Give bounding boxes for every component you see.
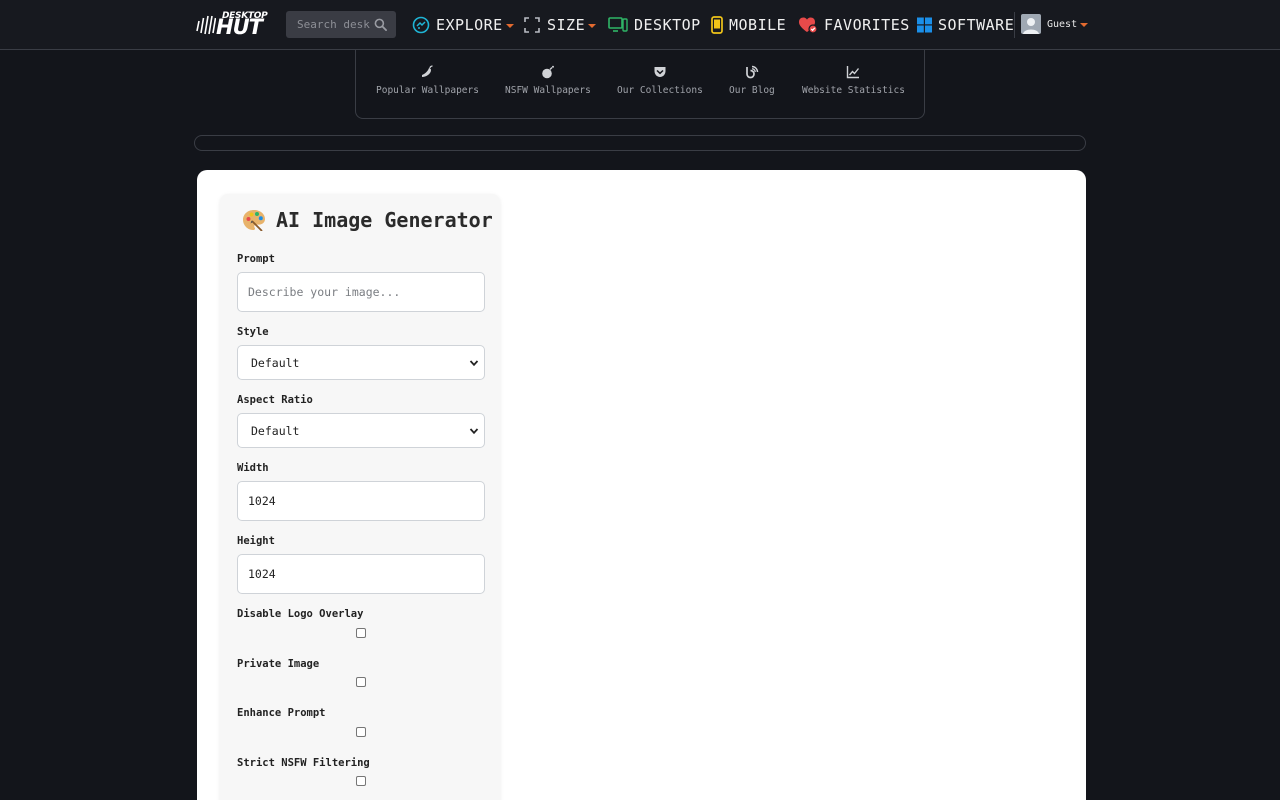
subnav-stats-label: Website Statistics: [802, 85, 905, 96]
breadcrumb: [194, 135, 1086, 151]
ai-generator-card: AI Image Generator Prompt Style Default …: [220, 194, 500, 800]
height-label: Height: [237, 535, 275, 547]
desktop-icon: [608, 17, 628, 32]
strict-nsfw-label: Strict NSFW Filtering: [237, 757, 370, 769]
mobile-icon: [711, 16, 723, 34]
aspect-ratio-select[interactable]: Default: [237, 413, 485, 448]
user-name: Guest: [1047, 18, 1078, 30]
subnav-stats[interactable]: Website Statistics: [802, 65, 905, 96]
logo-stripes-icon: [196, 15, 216, 35]
nav-explore-label: EXPLORE: [436, 16, 503, 34]
strict-nsfw-checkbox[interactable]: [356, 776, 366, 786]
nav-explore[interactable]: EXPLORE: [412, 15, 514, 35]
subnav-collections[interactable]: Our Collections: [617, 65, 703, 96]
search-icon[interactable]: [374, 18, 387, 31]
subnav-nsfw[interactable]: NSFW Wallpapers: [505, 65, 591, 96]
nav-favorites[interactable]: FAVORITES: [798, 15, 910, 35]
nav-size-label: SIZE: [547, 16, 586, 34]
aspect-ratio-label: Aspect Ratio: [237, 394, 313, 406]
nav-favorites-label: FAVORITES: [824, 16, 910, 34]
bomb-icon: [542, 65, 554, 79]
private-image-label: Private Image: [237, 658, 320, 670]
generator-title-text: AI Image Generator: [276, 208, 493, 232]
style-select[interactable]: Default: [237, 345, 485, 380]
subnav-nsfw-label: NSFW Wallpapers: [505, 85, 591, 96]
generator-title: AI Image Generator: [242, 208, 493, 232]
nav-desktop[interactable]: DESKTOP: [608, 15, 701, 35]
aspect-ratio-select-value: Default: [251, 423, 300, 438]
private-image-checkbox[interactable]: [356, 677, 366, 687]
style-label: Style: [237, 326, 269, 338]
chevron-down-icon: [588, 24, 597, 28]
disable-logo-checkbox[interactable]: [356, 628, 366, 638]
nav-mobile-label: MOBILE: [729, 16, 787, 34]
subnav-popular-label: Popular Wallpapers: [376, 85, 479, 96]
subnav-popular[interactable]: Popular Wallpapers: [376, 65, 479, 96]
chevron-down-icon: [469, 428, 479, 435]
subnav-collections-label: Our Collections: [617, 85, 703, 96]
prompt-label: Prompt: [237, 253, 275, 265]
nav-mobile[interactable]: MOBILE: [711, 15, 786, 35]
logo-text-big: HUT: [216, 15, 263, 39]
top-navbar: DESKTOP HUT EXPLORE SIZE: [0, 0, 1280, 50]
chevron-down-icon: [469, 360, 479, 367]
nav-software-label: SOFTWARE: [938, 16, 1015, 34]
expand-icon: [524, 17, 540, 33]
style-select-value: Default: [251, 355, 300, 370]
line-chart-icon: [847, 66, 860, 79]
secondary-nav: Popular Wallpapers NSFW Wallpapers Our C…: [355, 50, 925, 119]
heart-icon: [799, 17, 818, 34]
windows-icon: [917, 17, 932, 33]
nav-divider: [1014, 12, 1015, 38]
search-input[interactable]: [286, 11, 370, 38]
main-panel: AI Image Generator Prompt Style Default …: [197, 170, 1086, 800]
nav-desktop-label: DESKTOP: [634, 16, 701, 34]
subnav-blog[interactable]: Our Blog: [729, 65, 775, 96]
user-menu[interactable]: Guest: [1021, 14, 1089, 34]
search-box: [286, 11, 396, 38]
height-input[interactable]: [237, 554, 485, 594]
explore-icon: [412, 16, 430, 34]
chevron-down-icon: [1080, 23, 1089, 27]
palette-icon: [243, 210, 265, 231]
subnav-blog-label: Our Blog: [729, 85, 775, 96]
prompt-input[interactable]: [237, 272, 485, 312]
pocket-icon: [654, 67, 666, 77]
disable-logo-label: Disable Logo Overlay: [237, 608, 364, 620]
nav-size[interactable]: SIZE: [523, 15, 597, 35]
enhance-prompt-checkbox[interactable]: [356, 727, 366, 737]
blog-icon: [746, 65, 759, 79]
enhance-prompt-label: Enhance Prompt: [237, 707, 326, 719]
chevron-down-icon: [505, 24, 514, 28]
width-input[interactable]: [237, 481, 485, 521]
desktophut-logo[interactable]: DESKTOP HUT: [194, 11, 276, 39]
avatar-icon: [1021, 14, 1041, 34]
width-label: Width: [237, 462, 269, 474]
nav-software[interactable]: SOFTWARE: [917, 15, 1014, 35]
pepper-icon: [422, 65, 434, 77]
